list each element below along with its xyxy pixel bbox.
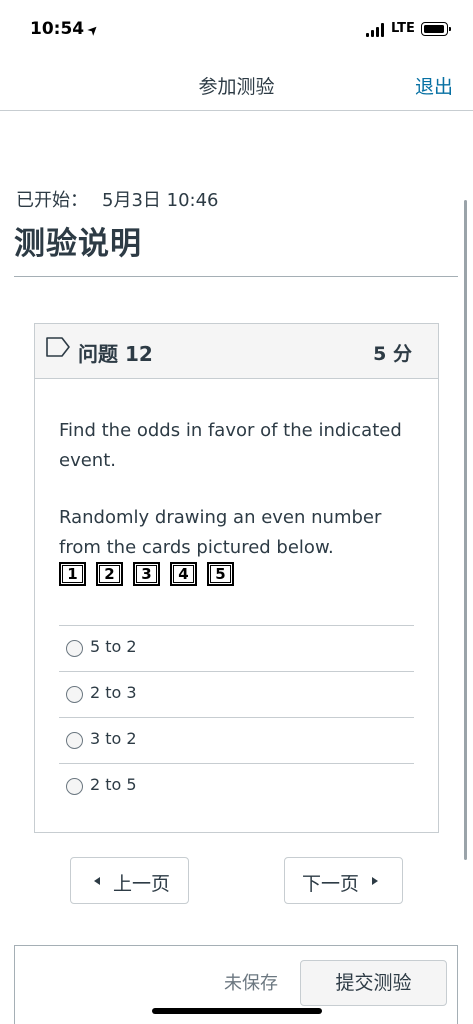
header-divider <box>14 276 458 277</box>
number-card: 5 <box>207 562 234 586</box>
number-card: 1 <box>59 562 86 586</box>
page-title: 测验说明 <box>14 226 142 262</box>
question-card: 问题 12 5 分 Find the odds in favor of the … <box>34 323 439 833</box>
number-card: 3 <box>133 562 160 586</box>
nav-title: 参加测验 <box>198 76 275 98</box>
home-indicator[interactable] <box>152 1008 322 1014</box>
nav-bar: 参加测验 退出 <box>0 60 473 111</box>
submit-quiz-button[interactable]: 提交测验 <box>300 960 447 1006</box>
status-time-text: 10:54 <box>30 19 85 39</box>
answer-list: 5 to 2 2 to 3 3 to 2 2 to 5 <box>59 625 414 809</box>
next-page-button[interactable]: 下一页 <box>284 857 403 904</box>
battery-icon <box>421 22 451 36</box>
question-text-cards: Randomly drawing an even number from the… <box>59 507 382 558</box>
started-info: 已开始： 5月3日 10:46 <box>16 186 219 212</box>
answer-option[interactable]: 5 to 2 <box>59 625 414 671</box>
question-header: 问题 12 5 分 <box>35 324 438 379</box>
question-text: Find the odds in favor of the indicated … <box>59 420 402 471</box>
answer-label[interactable]: 2 to 3 <box>90 683 137 702</box>
answer-option[interactable]: 2 to 5 <box>59 763 414 809</box>
scrollbar[interactable] <box>464 200 467 860</box>
answer-option[interactable]: 3 to 2 <box>59 717 414 763</box>
previous-page-label: 上一页 <box>113 873 171 895</box>
started-value: 5月3日 10:46 <box>102 190 219 211</box>
flag-question-icon[interactable] <box>45 336 71 358</box>
signal-icon <box>366 23 386 37</box>
previous-page-button[interactable]: 上一页 <box>70 857 189 904</box>
question-title: 问题 12 <box>78 342 153 366</box>
number-card: 2 <box>96 562 123 586</box>
radio-button[interactable] <box>66 778 83 795</box>
answer-label[interactable]: 3 to 2 <box>90 729 137 748</box>
network-label: LTE <box>391 21 415 36</box>
radio-button[interactable] <box>66 686 83 703</box>
number-cards: 1 2 3 4 5 <box>59 562 259 586</box>
number-card: 4 <box>170 562 197 586</box>
caret-right-icon <box>372 877 378 885</box>
question-points: 5 分 <box>373 343 412 365</box>
radio-button[interactable] <box>66 732 83 749</box>
radio-button[interactable] <box>66 640 83 657</box>
answer-label[interactable]: 2 to 5 <box>90 775 137 794</box>
next-page-label: 下一页 <box>302 873 360 895</box>
save-status: 未保存 <box>224 973 278 994</box>
status-time: 10:54➤ <box>30 19 103 40</box>
location-arrow-icon: ➤ <box>84 21 103 40</box>
answer-option[interactable]: 2 to 3 <box>59 671 414 717</box>
exit-button[interactable]: 退出 <box>415 72 453 99</box>
status-bar: 10:54➤ LTE <box>0 0 473 60</box>
caret-left-icon <box>94 877 100 885</box>
answer-label[interactable]: 5 to 2 <box>90 637 137 656</box>
started-label: 已开始： <box>16 190 88 211</box>
